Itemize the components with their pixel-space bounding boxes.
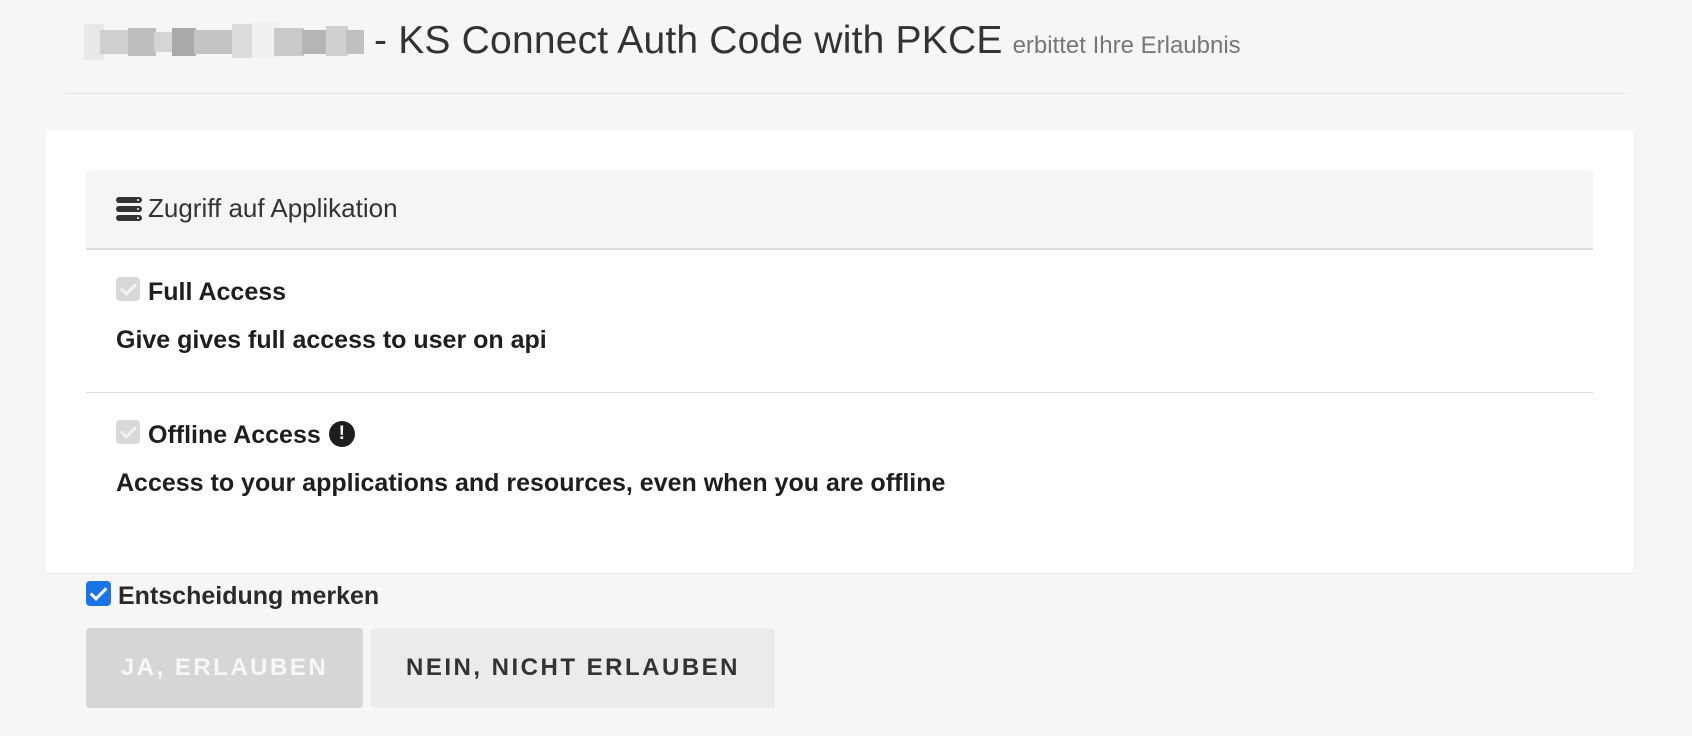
panel-heading: Zugriff auf Applikation [86, 170, 1593, 250]
page-header: - KS Connect Auth Code with PKCE erbitte… [66, 0, 1626, 94]
redacted-client-name [84, 18, 364, 64]
scope-checkbox-offline-access[interactable] [116, 419, 140, 444]
exclamation-circle-icon[interactable]: ! [328, 420, 355, 447]
allow-button[interactable]: JA, ERLAUBEN [86, 628, 363, 708]
scope-offline-access: Offline Access ! Access to your applicat… [86, 393, 1593, 543]
header-line: - KS Connect Auth Code with PKCE erbitte… [84, 18, 1241, 64]
remember-decision-label[interactable]: Entscheidung merken [118, 582, 379, 611]
panel-heading-title: Zugriff auf Applikation [148, 193, 398, 223]
scope-full-access: Full Access Give gives full access to us… [86, 250, 1593, 393]
scope-description: Give gives full access to user on api [116, 326, 547, 354]
deny-button[interactable]: NEIN, NICHT ERLAUBEN [371, 628, 775, 708]
database-icon [116, 196, 142, 221]
scope-description: Access to your applications and resource… [116, 469, 946, 497]
permission-request-subtitle: erbittet Ihre Erlaubnis [1012, 32, 1241, 59]
scope-title: Offline Access [148, 421, 321, 449]
scope-title: Full Access [148, 278, 287, 306]
scope-checkbox-full-access[interactable] [116, 276, 140, 301]
remember-decision[interactable]: Entscheidung merken [86, 581, 379, 611]
client-name-title: - KS Connect Auth Code with PKCE [374, 19, 1003, 62]
remember-decision-checkbox[interactable] [86, 581, 111, 606]
consent-panel: Zugriff auf Applikation Full Access Give… [46, 130, 1633, 574]
